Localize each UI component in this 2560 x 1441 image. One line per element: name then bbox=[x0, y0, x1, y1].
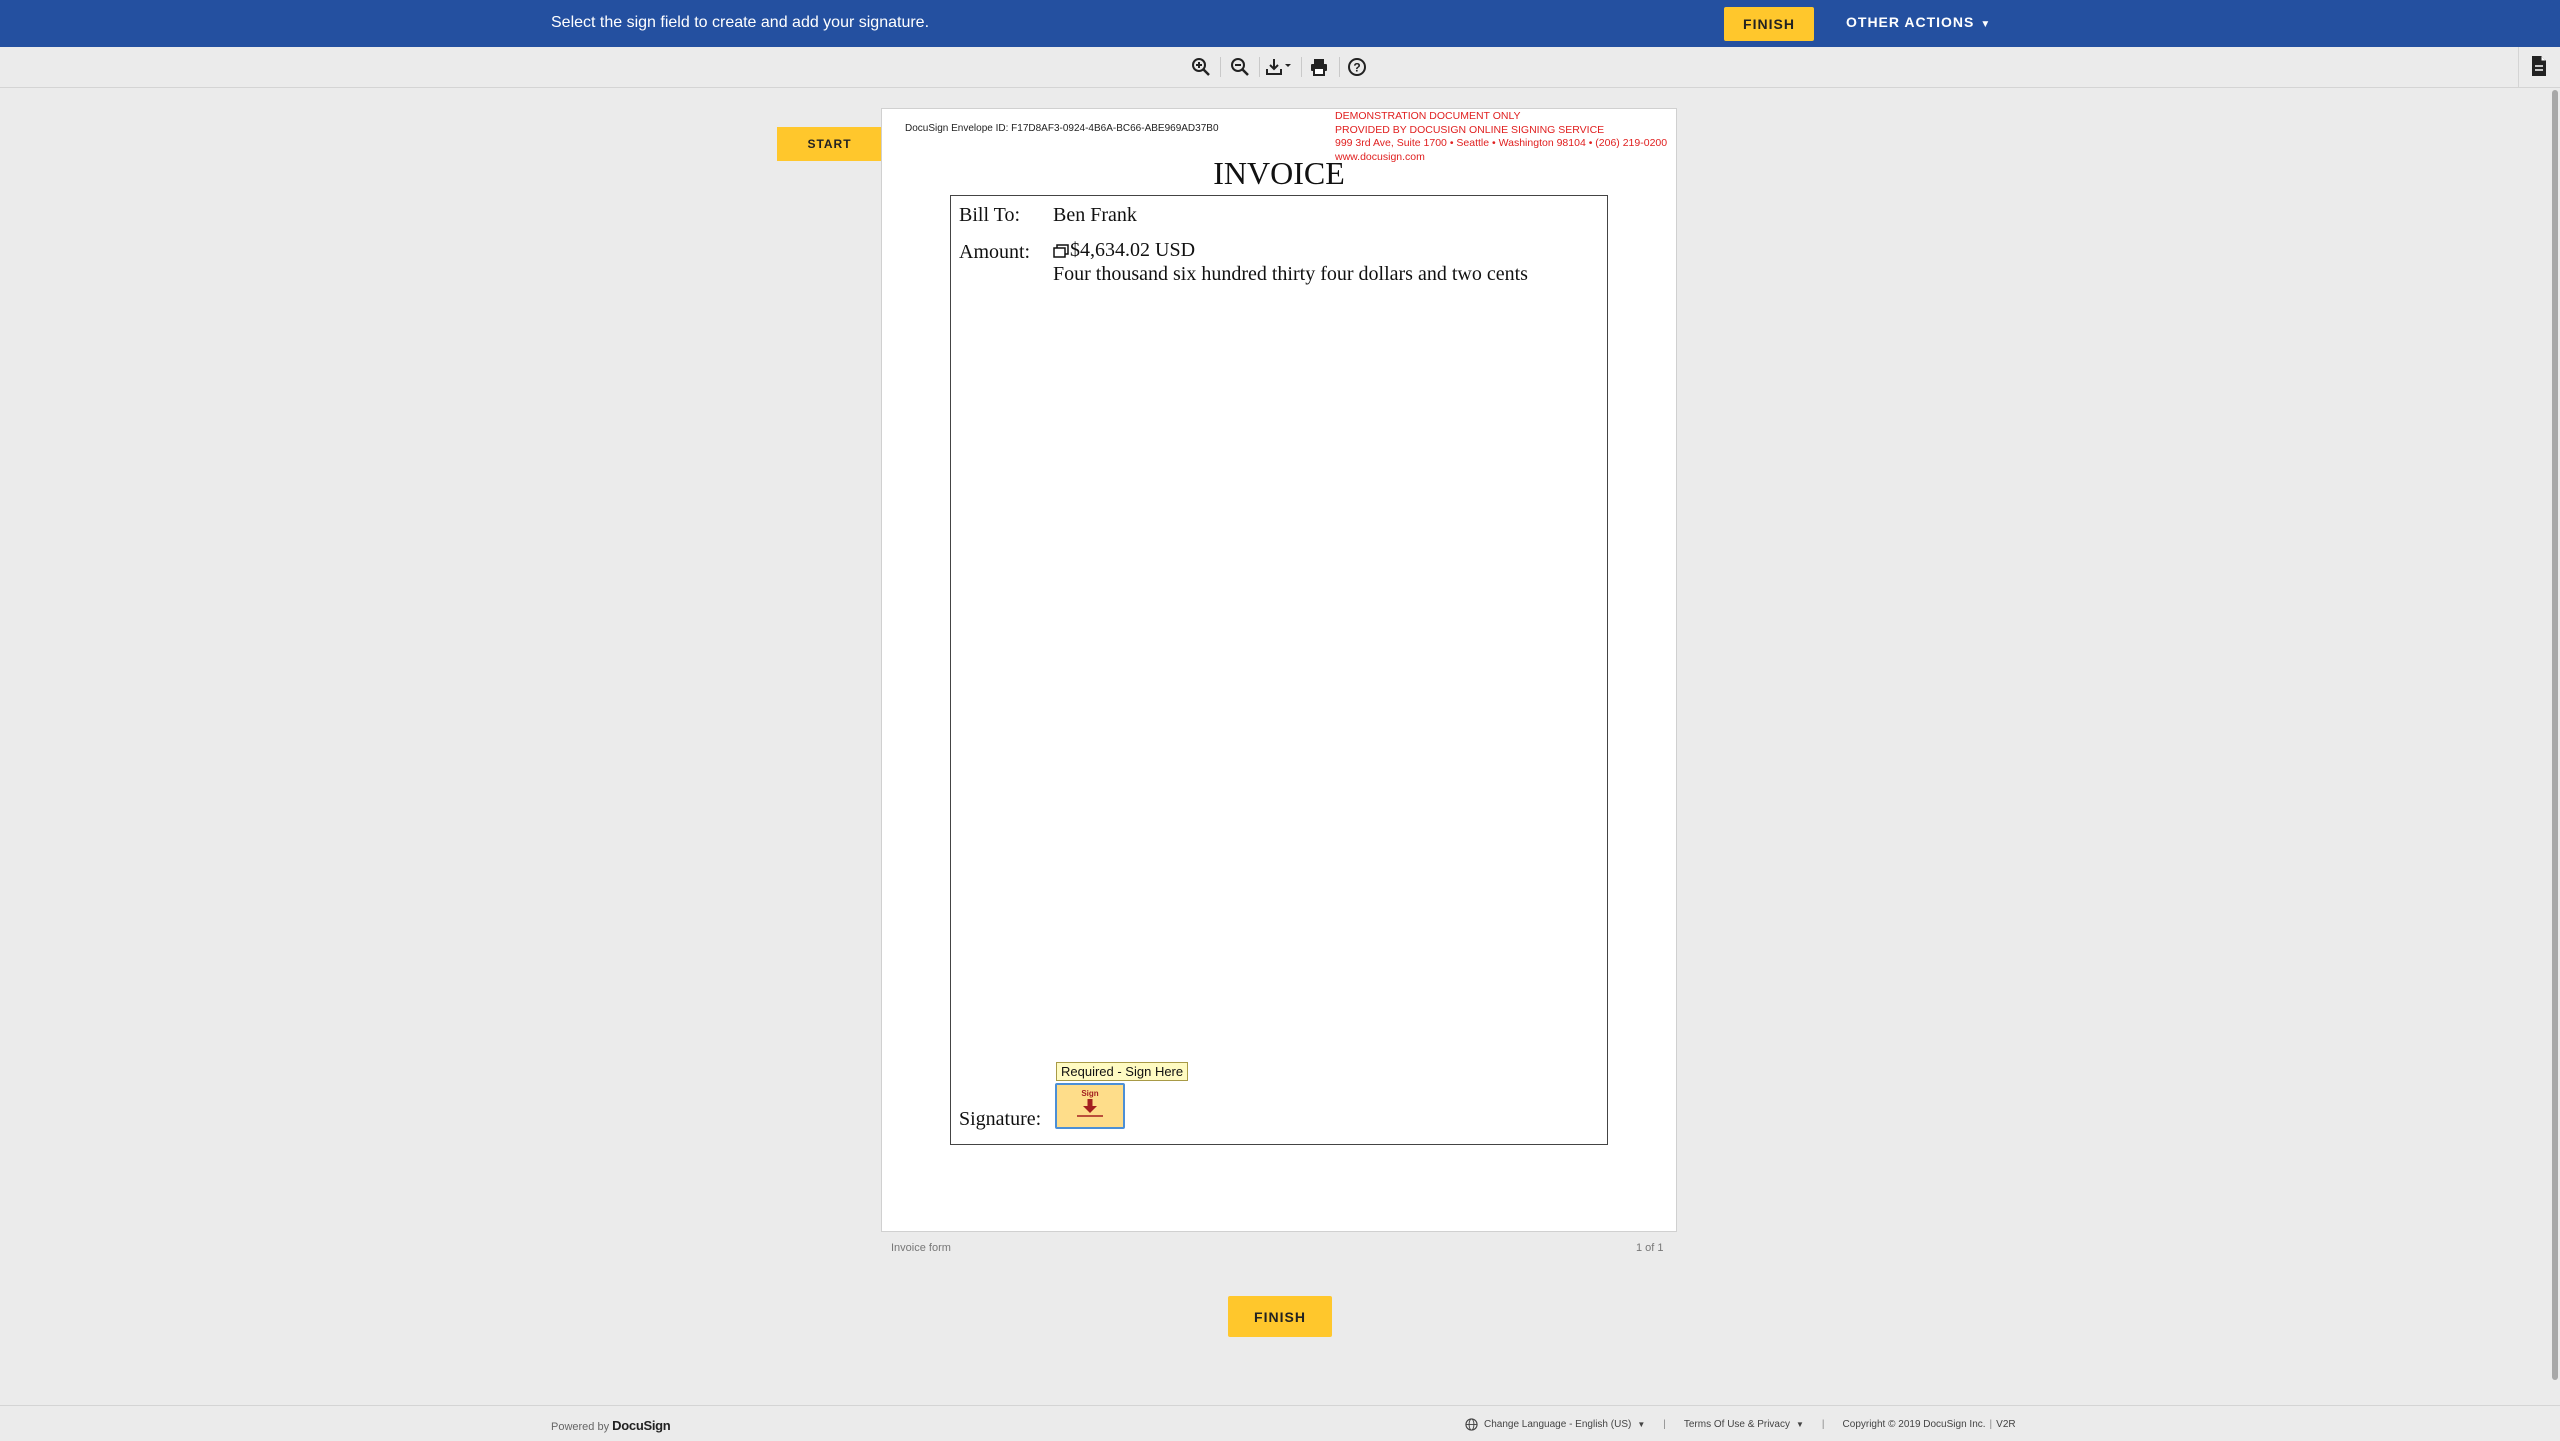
toolbar-divider bbox=[1259, 57, 1260, 77]
sign-here-field[interactable]: Sign bbox=[1055, 1083, 1125, 1129]
page-count: 1 of 1 bbox=[1636, 1242, 1664, 1254]
caret-down-icon: ▼ bbox=[1796, 1420, 1804, 1429]
invoice-box: Bill To: Ben Frank Amount: $4,634.02 USD… bbox=[950, 195, 1608, 1145]
amount-label: Amount: bbox=[959, 241, 1031, 263]
finish-button[interactable]: FINISH bbox=[1724, 7, 1814, 41]
caret-down-icon: ▼ bbox=[1980, 19, 1992, 30]
change-language-label: Change Language - English (US) bbox=[1484, 1419, 1632, 1430]
finish-button-bottom[interactable]: FINISH bbox=[1228, 1296, 1332, 1337]
amount-words: Four thousand six hundred thirty four do… bbox=[1053, 263, 1528, 285]
toolbar-divider bbox=[1220, 57, 1221, 77]
caret-down-icon: ▼ bbox=[1637, 1420, 1646, 1429]
copyright-text: Copyright © 2019 DocuSign Inc. bbox=[1842, 1419, 1986, 1430]
version-text: V2R bbox=[1996, 1419, 2016, 1430]
demo-line: PROVIDED BY DOCUSIGN ONLINE SIGNING SERV… bbox=[1335, 123, 1605, 136]
document-page: DocuSign Envelope ID: F17D8AF3-0924-4B6A… bbox=[881, 108, 1677, 1232]
footer-divider: | bbox=[1989, 1419, 1993, 1430]
document-toolbar: ? bbox=[0, 47, 2560, 88]
instruction-message: Select the sign field to create and add … bbox=[551, 14, 930, 31]
globe-icon bbox=[1465, 1418, 1478, 1431]
start-button[interactable]: START bbox=[777, 127, 882, 161]
footer-links: Change Language - English (US) ▼ | Terms … bbox=[1465, 1418, 2016, 1431]
print-icon[interactable] bbox=[1306, 55, 1332, 79]
download-icon[interactable] bbox=[1264, 55, 1296, 79]
bill-to-label: Bill To: bbox=[959, 204, 1021, 226]
terms-link[interactable]: Terms Of Use & Privacy ▼ bbox=[1684, 1419, 1804, 1430]
powered-by: Powered by DocuSign bbox=[551, 1418, 671, 1433]
toolbar-divider bbox=[1301, 57, 1302, 77]
change-language-link[interactable]: Change Language - English (US) ▼ bbox=[1465, 1418, 1645, 1431]
svg-text:?: ? bbox=[1353, 61, 1360, 75]
help-icon[interactable]: ? bbox=[1344, 55, 1370, 79]
docusign-logo: DocuSign bbox=[612, 1418, 671, 1433]
terms-label: Terms Of Use & Privacy bbox=[1683, 1419, 1790, 1430]
other-actions-label: OTHER ACTIONS bbox=[1846, 14, 1975, 30]
sign-field-label: Sign bbox=[1081, 1089, 1099, 1098]
zoom-in-icon[interactable] bbox=[1188, 55, 1214, 79]
toolbar-divider bbox=[2518, 47, 2519, 87]
top-bar: Select the sign field to create and add … bbox=[0, 0, 2560, 47]
footer-divider: | bbox=[1663, 1419, 1666, 1430]
zoom-out-icon[interactable] bbox=[1227, 55, 1253, 79]
other-actions-menu[interactable]: OTHER ACTIONS ▼ bbox=[1846, 14, 1991, 30]
demo-line: 999 3rd Ave, Suite 1700 • Seattle • Wash… bbox=[1335, 137, 1668, 149]
toolbar-divider bbox=[1339, 57, 1340, 77]
copy-icon bbox=[1053, 243, 1069, 258]
envelope-id: DocuSign Envelope ID: F17D8AF3-0924-4B6A… bbox=[905, 123, 1219, 134]
amount-value: $4,634.02 USD bbox=[1070, 239, 1196, 261]
demo-line: DEMONSTRATION DOCUMENT ONLY bbox=[1335, 110, 1521, 122]
sign-here-tooltip: Required - Sign Here bbox=[1056, 1062, 1189, 1081]
invoice-title: INVOICE bbox=[1213, 155, 1345, 191]
footer-bar: Powered by DocuSign Change Language - En… bbox=[0, 1405, 2560, 1441]
amount-value-row: $4,634.02 USD bbox=[1053, 239, 1195, 262]
document-name: Invoice form bbox=[891, 1242, 951, 1254]
document-icon[interactable] bbox=[2530, 55, 2548, 82]
powered-prefix: Powered by bbox=[551, 1421, 610, 1433]
footer-divider: | bbox=[1821, 1419, 1825, 1430]
scrollbar-thumb[interactable] bbox=[2552, 90, 2558, 1380]
bill-to-value: Ben Frank bbox=[1053, 204, 1137, 226]
sign-arrow-icon bbox=[1077, 1099, 1103, 1117]
signature-label: Signature: bbox=[959, 1108, 1042, 1130]
